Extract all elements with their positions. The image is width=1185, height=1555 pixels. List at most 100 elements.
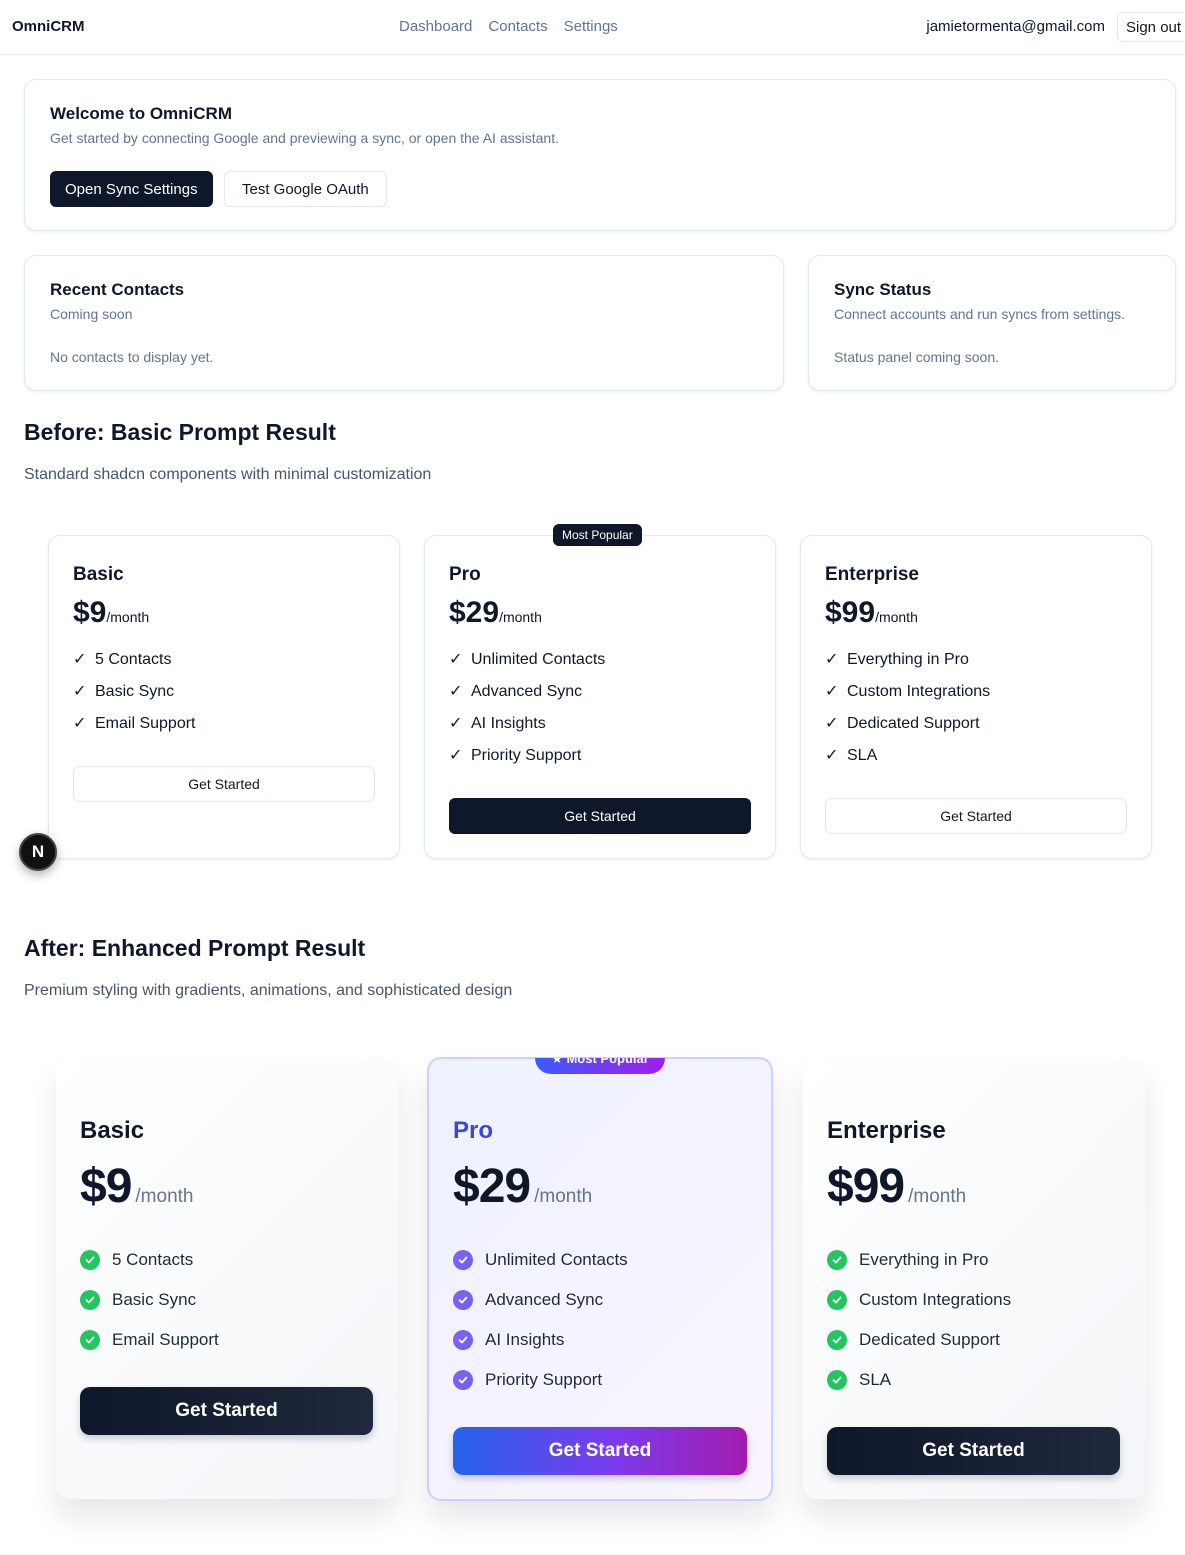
check-icon: ✓ [449,747,463,764]
basic-plan-card: Basic $9 /month ✓ 5 Contacts ✓ Basic Sync … [48,535,400,859]
check-circle-icon [453,1250,473,1270]
get-started-button[interactable]: Get Started [80,1387,373,1435]
welcome-card: Welcome to OmniCRM Get started by connec… [24,79,1176,231]
welcome-title: Welcome to OmniCRM [50,104,232,123]
star-icon: ★ [551,1051,563,1066]
check-icon: ✓ [449,651,463,668]
price-amount: $9 [80,1160,132,1213]
feature-item: Everything in Pro [827,1240,1121,1280]
feature-item: AI Insights [453,1320,747,1360]
feature-list: Unlimited Contacts Advanced Sync AI Insi… [453,1240,747,1400]
price-period: /month [106,609,150,625]
dev-tools-badge[interactable]: N [19,833,57,871]
check-icon: ✓ [825,683,839,700]
plan-name: Enterprise [825,564,919,585]
test-google-oauth-button[interactable]: Test Google OAuth [224,171,387,207]
sync-status-body: Status panel coming soon. [834,349,999,365]
price-amount: $99 [825,596,876,629]
enhanced-basic-plan-card: Basic $9 /month 5 Contacts Basic Sync Em… [56,1059,398,1499]
check-circle-icon [827,1250,847,1270]
check-circle-icon [827,1330,847,1350]
feature-item: Unlimited Contacts [453,1240,747,1280]
feature-item: Advanced Sync [453,1280,747,1320]
user-email: jamietormenta@gmail.com [926,18,1105,35]
plan-price: $9 /month [80,1159,374,1214]
recent-contacts-card: Recent Contacts Coming soon No contacts … [24,255,784,391]
feature-item: SLA [827,1360,1121,1400]
before-section-subtitle: Standard shadcn components with minimal … [24,466,432,483]
before-section-title: Before: Basic Prompt Result [24,419,336,445]
welcome-subtitle: Get started by connecting Google and pre… [50,130,559,146]
check-icon: ✓ [73,715,87,732]
sign-out-button[interactable]: Sign out [1117,12,1185,42]
feature-item: ✓ SLA [825,748,1127,780]
feature-item: Custom Integrations [827,1280,1121,1320]
feature-list: ✓ Unlimited Contacts ✓ Advanced Sync ✓ AI I… [449,652,751,780]
nav-link-contacts[interactable]: Contacts [488,18,547,35]
feature-item: Basic Sync [80,1280,374,1320]
sync-status-subtitle: Connect accounts and run syncs from sett… [834,306,1126,322]
feature-item: Email Support [80,1320,374,1360]
price-amount: $29 [453,1160,531,1213]
feature-item: ✓ Priority Support [449,748,751,780]
feature-item: ✓ Custom Integrations [825,684,1127,716]
check-icon: ✓ [449,683,463,700]
check-icon: ✓ [825,651,839,668]
feature-item: ✓ Everything in Pro [825,652,1127,684]
plan-name: Pro [449,564,481,585]
enhanced-pro-plan-card: Pro $29 /month Unlimited Contacts Advanc… [427,1057,773,1501]
nav-links: Dashboard Contacts Settings [399,18,618,35]
get-started-button[interactable]: Get Started [827,1427,1120,1475]
price-period: /month [135,1186,194,1207]
plan-name: Basic [73,564,124,585]
plan-price: $99 /month [825,596,1127,630]
nav-link-dashboard[interactable]: Dashboard [399,18,472,35]
top-nav: OmniCRM Dashboard Contacts Settings jami… [0,0,1185,55]
recent-contacts-title: Recent Contacts [50,280,185,299]
get-started-button[interactable]: Get Started [73,766,375,802]
most-popular-ribbon: ★ Most Popular [535,1051,665,1074]
check-circle-icon [80,1330,100,1350]
price-amount: $29 [449,596,500,629]
price-period: /month [499,609,542,625]
feature-list: ✓ Everything in Pro ✓ Custom Integrations … [825,652,1127,780]
feature-item: ✓ AI Insights [449,716,751,748]
nav-link-settings[interactable]: Settings [564,18,618,35]
price-amount: $9 [73,596,107,629]
feature-item: ✓ Dedicated Support [825,716,1127,748]
check-icon: ✓ [825,715,839,732]
brand-logo[interactable]: OmniCRM [12,18,85,35]
feature-list: ✓ 5 Contacts ✓ Basic Sync ✓ Email Support [73,652,375,748]
check-icon: ✓ [825,747,839,764]
check-icon: ✓ [73,683,87,700]
check-circle-icon [827,1290,847,1310]
plan-price: $29 /month [449,596,751,630]
price-period: /month [875,609,918,625]
enhanced-enterprise-plan-card: Enterprise $99 /month Everything in Pro … [803,1059,1145,1499]
feature-list: 5 Contacts Basic Sync Email Support [80,1240,374,1360]
check-circle-icon [453,1290,473,1310]
check-circle-icon [827,1370,847,1390]
sync-status-title: Sync Status [834,280,932,299]
recent-contacts-subtitle: Coming soon [50,306,133,322]
plan-price: $99 /month [827,1159,1121,1214]
feature-item: ✓ Advanced Sync [449,684,751,716]
check-circle-icon [453,1330,473,1350]
price-period: /month [908,1186,967,1207]
feature-list: Everything in Pro Custom Integrations De… [827,1240,1121,1400]
feature-item: ✓ Unlimited Contacts [449,652,751,684]
plan-price: $29 /month [453,1159,747,1214]
check-circle-icon [80,1250,100,1270]
plan-name: Basic [80,1117,145,1144]
feature-item: ✓ Email Support [73,716,375,748]
get-started-button[interactable]: Get Started [825,798,1127,834]
feature-item: ✓ Basic Sync [73,684,375,716]
price-period: /month [534,1186,593,1207]
price-amount: $99 [827,1160,905,1213]
open-sync-settings-button[interactable]: Open Sync Settings [50,171,213,207]
feature-item: Dedicated Support [827,1320,1121,1360]
get-started-button[interactable]: Get Started [449,798,751,834]
check-circle-icon [453,1370,473,1390]
enterprise-plan-card: Enterprise $99 /month ✓ Everything in Pro… [800,535,1152,859]
get-started-button[interactable]: Get Started [453,1427,747,1475]
